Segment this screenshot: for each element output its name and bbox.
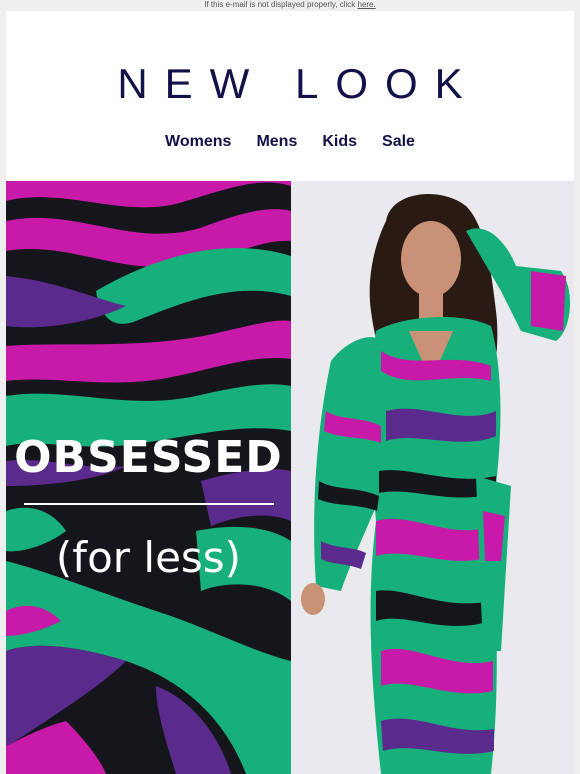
hero-subheadline: (for less) xyxy=(55,533,242,582)
main-nav: Womens Mens Kids Sale xyxy=(6,132,574,152)
nav-item-womens[interactable]: Womens xyxy=(165,132,231,152)
brand-logo[interactable]: NEW LOOK xyxy=(6,61,574,107)
preheader: If this e-mail is not displayed properly… xyxy=(0,0,580,10)
model-image xyxy=(291,181,574,774)
email-body: NEW LOOK Womens Mens Kids Sale OBSESSED … xyxy=(6,11,574,774)
hero-pattern-panel: OBSESSED (for less) xyxy=(6,181,291,774)
nav-item-kids[interactable]: Kids xyxy=(322,132,357,152)
nav-item-sale[interactable]: Sale xyxy=(382,132,415,152)
hero-headline: OBSESSED xyxy=(14,432,283,483)
hero-banner[interactable]: OBSESSED (for less) xyxy=(6,181,574,774)
preheader-text: If this e-mail is not displayed properly… xyxy=(204,0,358,9)
headline-divider xyxy=(24,503,274,505)
nav-item-mens[interactable]: Mens xyxy=(256,132,297,152)
model-photo xyxy=(291,181,574,774)
view-in-browser-link[interactable]: here. xyxy=(358,0,376,9)
